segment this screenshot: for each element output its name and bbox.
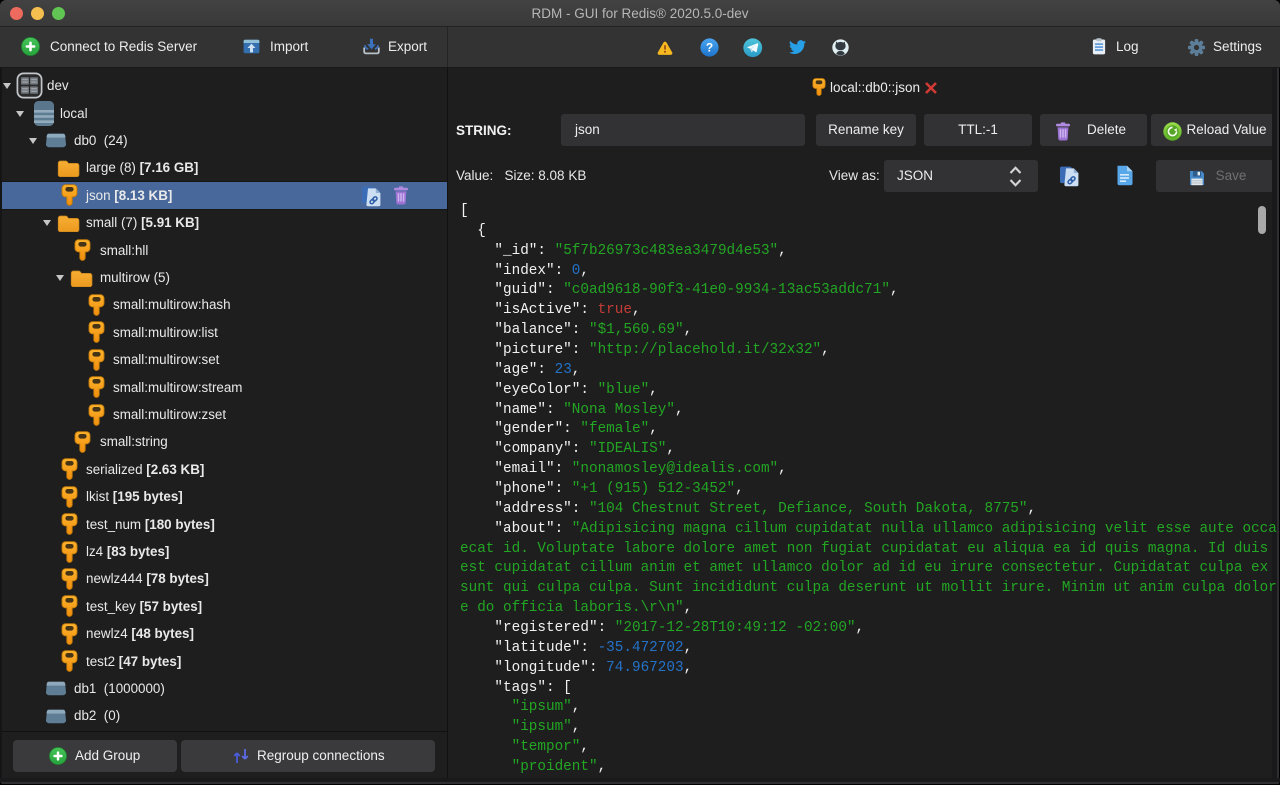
svg-text:?: ? [706,41,713,55]
